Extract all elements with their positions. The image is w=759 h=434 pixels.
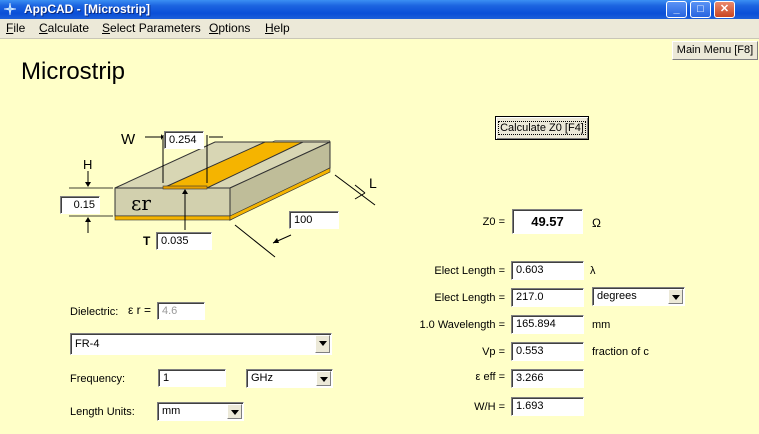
window-title: AppCAD - [Microstrip] [24,2,150,16]
menu-select-parameters[interactable]: Select Parameters [102,21,201,35]
frequency-label: Frequency: [70,373,126,385]
wavelength-unit: mm [592,319,611,331]
elect-length-unit-value: degrees [597,290,637,302]
appcad-icon [3,2,17,16]
length-units-select[interactable]: mm [157,402,244,421]
chevron-down-icon[interactable] [668,289,683,304]
width-input[interactable]: 0.254 [164,131,204,149]
title-bar[interactable]: AppCAD - [Microstrip] _ □ ✕ [0,0,759,19]
length-units-label: Length Units: [70,406,135,418]
thickness-input[interactable]: 0.035 [156,232,212,250]
elect-length-degrees-label: Elect Length = [434,292,505,304]
wavelength-value: 165.894 [511,315,584,334]
epsilon-r-input: 4.6 [157,302,205,320]
close-button[interactable]: ✕ [714,1,735,18]
wh-label: W/H = [474,401,505,413]
z0-label: Z0 = [482,216,505,228]
menu-calculate[interactable]: Calculate [39,21,89,35]
epsilon-r-symbol: εr [131,191,151,215]
menu-file[interactable]: File [6,21,25,35]
height-input[interactable]: 0.15 [60,196,100,214]
elect-length-unit-select[interactable]: degrees [592,287,685,306]
page-title: Microstrip [21,58,126,85]
frequency-unit-select[interactable]: GHz [246,369,333,388]
t-label: T [143,234,151,248]
minimize-button[interactable]: _ [666,1,687,18]
elect-length-lambda-label: Elect Length = [434,265,505,277]
menu-options[interactable]: Options [209,21,250,35]
microstrip-drawing [69,134,376,258]
frequency-input[interactable]: 1 [158,369,226,387]
chevron-down-icon[interactable] [227,404,242,419]
dielectric-label: Dielectric: [70,306,119,318]
lambda-unit: λ [590,265,596,277]
h-label: H [83,157,93,172]
length-input[interactable]: 100 [289,211,339,229]
menu-help[interactable]: Help [265,21,290,35]
eeff-label: ε eff = [475,371,505,383]
frequency-unit-value: GHz [251,372,273,384]
maximize-button[interactable]: □ [690,1,711,18]
dielectric-material-value: FR-4 [75,338,100,350]
l-label: L [369,175,377,191]
elect-length-degrees-value: 217.0 [511,288,584,307]
vp-unit: fraction of c [592,346,649,358]
app-window: AppCAD - [Microstrip] _ □ ✕ File Calcula… [0,0,759,434]
calculate-z0-button[interactable]: Calculate Z0 [F4] [495,116,589,140]
vp-label: Vp = [482,346,505,358]
dielectric-material-select[interactable]: FR-4 [70,333,332,355]
menu-bar: File Calculate Select Parameters Options… [0,19,759,39]
w-label: W [121,131,136,148]
length-units-value: mm [162,405,181,417]
wavelength-label: 1.0 Wavelength = [419,319,505,331]
microstrip-diagram: W H T L εr [55,125,385,265]
main-menu-button[interactable]: Main Menu [F8] [672,41,758,60]
wh-value: 1.693 [511,397,584,416]
eeff-value: 3.266 [511,369,584,388]
chevron-down-icon[interactable] [315,335,330,353]
elect-length-lambda-value: 0.603 [511,261,584,280]
chevron-down-icon[interactable] [316,371,331,386]
epsilon-r-label: ε r = [128,303,152,317]
vp-value: 0.553 [511,342,584,361]
ohm-unit: Ω [592,216,601,230]
z0-value: 49.57 [512,209,583,234]
